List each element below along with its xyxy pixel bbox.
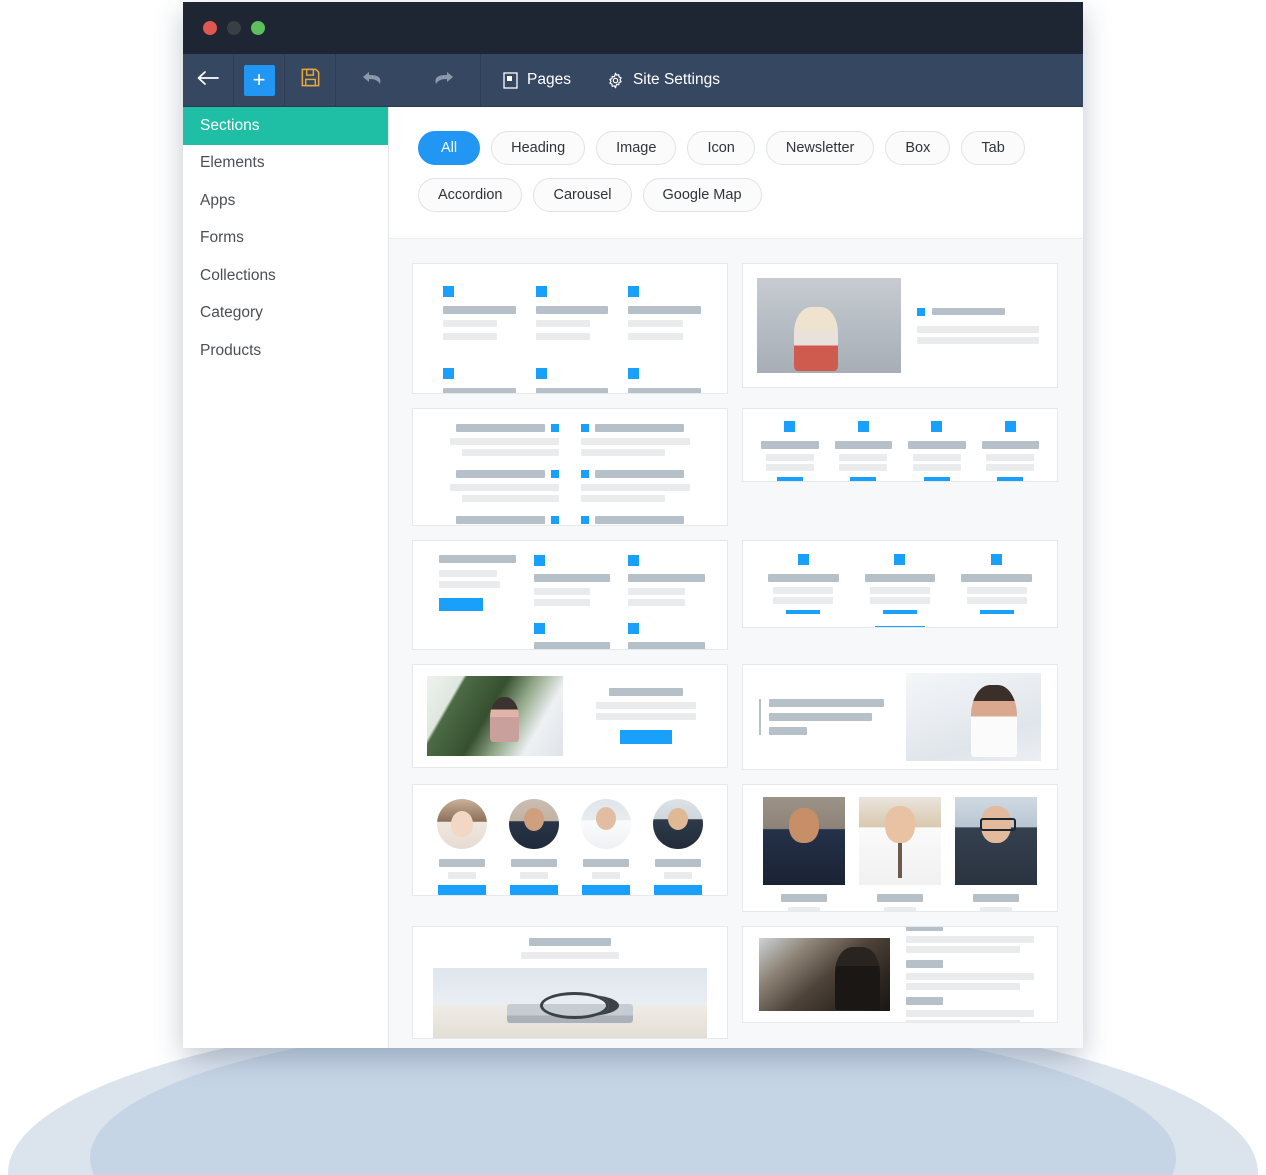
app-window: + Pages Site Settings Sections Elements … — [183, 2, 1083, 1048]
undo-arrow-icon — [361, 69, 383, 92]
arrow-left-icon — [196, 69, 220, 92]
back-button[interactable] — [183, 54, 234, 106]
filter-bar: All Heading Image Icon Newsletter Box Ta… — [389, 107, 1083, 239]
template-card-7[interactable] — [412, 664, 728, 768]
sidebar-item-sections[interactable]: Sections — [183, 107, 388, 145]
left-sidebar: Sections Elements Apps Forms Collections… — [183, 107, 389, 1048]
filter-chip-carousel[interactable]: Carousel — [533, 178, 632, 212]
sidebar-item-products[interactable]: Products — [183, 332, 388, 370]
sidebar-item-category[interactable]: Category — [183, 295, 388, 333]
pages-menu-button[interactable]: Pages — [481, 54, 585, 106]
template-image — [906, 673, 1041, 761]
filter-chip-heading[interactable]: Heading — [491, 131, 586, 165]
sidebar-item-forms[interactable]: Forms — [183, 220, 388, 258]
window-titlebar — [183, 2, 1083, 54]
save-button[interactable] — [285, 54, 336, 106]
plus-icon: + — [243, 64, 275, 96]
close-window-button[interactable] — [203, 21, 217, 35]
template-card-11[interactable] — [412, 926, 728, 1039]
avatar — [653, 799, 703, 849]
undo-button[interactable] — [336, 54, 408, 106]
filter-chip-google-map[interactable]: Google Map — [642, 178, 762, 212]
filter-chip-icon[interactable]: Icon — [687, 131, 755, 165]
sidebar-item-label: Forms — [200, 229, 244, 247]
avatar — [581, 799, 631, 849]
template-card-3[interactable] — [412, 408, 728, 526]
sidebar-item-label: Elements — [200, 154, 265, 172]
redo-arrow-icon — [433, 69, 455, 92]
template-card-6[interactable] — [742, 540, 1058, 628]
toolbar-group-primary: + — [183, 54, 481, 106]
add-section-button[interactable]: + — [234, 54, 285, 106]
sidebar-item-label: Sections — [200, 116, 260, 134]
sidebar-item-apps[interactable]: Apps — [183, 182, 388, 220]
sidebar-item-label: Category — [200, 304, 263, 322]
template-card-8[interactable] — [742, 664, 1058, 770]
sidebar-item-label: Apps — [200, 191, 236, 209]
avatar — [437, 799, 487, 849]
page-icon — [503, 71, 518, 89]
filter-chip-accordion[interactable]: Accordion — [418, 178, 523, 212]
pages-label: Pages — [527, 71, 571, 88]
redo-button[interactable] — [408, 54, 480, 106]
template-image — [427, 676, 563, 756]
site-settings-menu-button[interactable]: Site Settings — [585, 54, 734, 106]
gear-icon — [607, 72, 624, 89]
window-body: Sections Elements Apps Forms Collections… — [183, 107, 1083, 1048]
floppy-save-icon — [299, 66, 322, 94]
template-image — [757, 278, 901, 373]
sidebar-item-collections[interactable]: Collections — [183, 257, 388, 295]
template-image — [955, 797, 1037, 885]
filter-chip-row-1: All Heading Image Icon Newsletter Box Ta… — [418, 131, 1083, 165]
filter-chip-all[interactable]: All — [418, 131, 481, 165]
template-image — [763, 797, 845, 885]
main-content: All Heading Image Icon Newsletter Box Ta… — [389, 107, 1083, 1048]
filter-chip-tab[interactable]: Tab — [961, 131, 1025, 165]
editor-toolbar: + Pages Site Settings — [183, 54, 1083, 107]
screenshot-stage: + Pages Site Settings Sections Elements … — [0, 0, 1266, 1175]
template-image — [859, 797, 941, 885]
template-image — [433, 968, 707, 1038]
filter-chip-box[interactable]: Box — [885, 131, 951, 165]
filter-chip-row-2: Accordion Carousel Google Map — [418, 178, 1083, 212]
maximize-window-button[interactable] — [251, 21, 265, 35]
site-settings-label: Site Settings — [632, 71, 720, 88]
template-card-2[interactable] — [742, 263, 1058, 388]
template-gallery — [389, 239, 1083, 1048]
sidebar-item-label: Collections — [200, 266, 276, 284]
filter-chip-newsletter[interactable]: Newsletter — [765, 131, 875, 165]
template-card-1[interactable] — [412, 263, 728, 394]
sidebar-item-elements[interactable]: Elements — [183, 145, 388, 183]
template-card-5[interactable] — [412, 540, 728, 650]
template-card-10[interactable] — [742, 784, 1058, 912]
minimize-window-button[interactable] — [227, 21, 241, 35]
avatar — [509, 799, 559, 849]
sidebar-item-label: Products — [200, 341, 262, 359]
template-card-4[interactable] — [742, 408, 1058, 482]
template-card-12[interactable] — [742, 926, 1058, 1023]
template-card-9[interactable] — [412, 784, 728, 896]
filter-chip-image[interactable]: Image — [596, 131, 677, 165]
template-image — [759, 938, 890, 1011]
